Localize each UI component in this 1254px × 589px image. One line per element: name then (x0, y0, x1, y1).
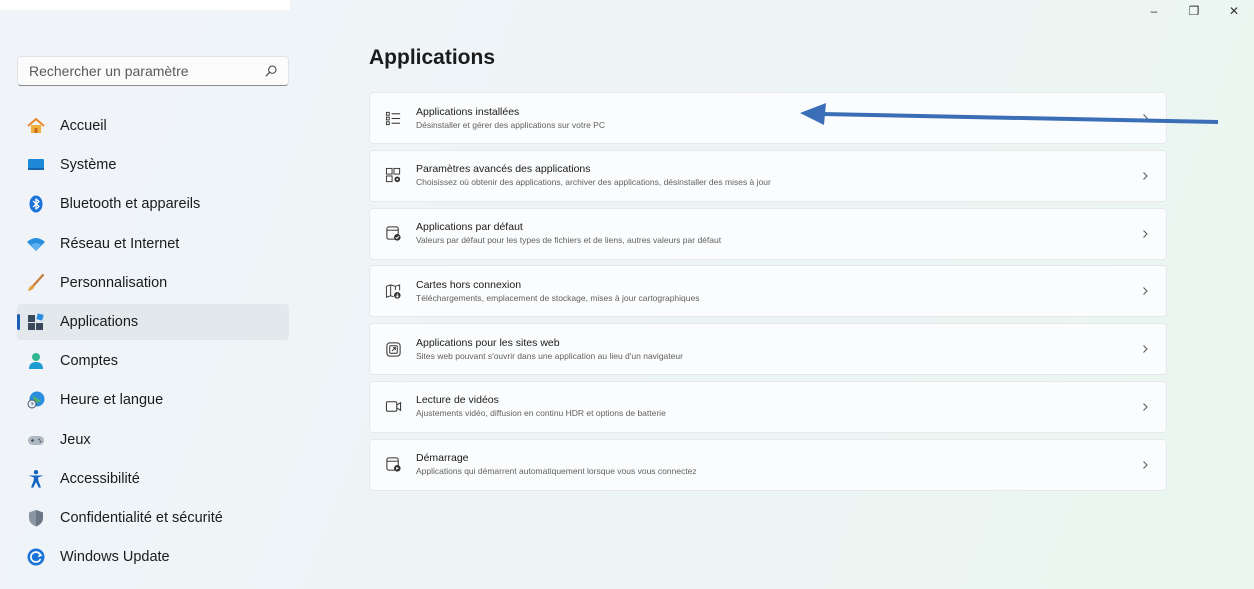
restore-button[interactable]: ❐ (1174, 0, 1214, 22)
accessibility-icon (25, 468, 47, 490)
chevron-right-icon (1143, 229, 1148, 238)
default-apps-icon (384, 225, 402, 243)
app-settings-icon (384, 167, 402, 185)
card-text: Lecture de vidéos Ajustements vidéo, dif… (416, 394, 1140, 419)
card-description: Désinstaller et gérer des applications s… (416, 119, 605, 130)
sidebar-item-heure-langue[interactable]: Heure et langue (17, 382, 289, 418)
sidebar-item-label: Accueil (60, 118, 107, 134)
card-text: Applications installées Désinstaller et … (416, 106, 1140, 131)
update-icon (25, 546, 47, 568)
sidebar-item-reseau[interactable]: Réseau et Internet (17, 226, 289, 262)
apps-icon (25, 311, 47, 333)
chevron-right-icon (1143, 114, 1148, 122)
home-icon (25, 115, 47, 137)
title-bar-strip (0, 0, 290, 10)
card-text: Cartes hors connexion Téléchargements, e… (416, 279, 1140, 304)
card-description: Sites web pouvant s'ouvrir dans une appl… (416, 350, 683, 361)
card-title: Lecture de vidéos (416, 394, 499, 407)
card-title: Applications pour les sites web (416, 336, 560, 349)
sidebar-item-label: Windows Update (60, 549, 170, 566)
sidebar-item-systeme[interactable]: Système (17, 147, 289, 183)
globe-clock-icon (25, 389, 47, 411)
sidebar-item-label: Comptes (60, 353, 119, 370)
search-icon[interactable] (264, 64, 278, 78)
system-icon (25, 154, 47, 176)
card-description: Choisissez où obtenir des applications, … (416, 177, 771, 188)
card-text: Paramètres avancés des applications Choi… (416, 163, 1140, 188)
sidebar-item-label: Réseau et Internet (60, 235, 180, 252)
card-demarrage[interactable]: Démarrage Applications qui démarrent aut… (369, 438, 1167, 491)
shield-icon (25, 507, 47, 529)
sidebar-item-confidentialite[interactable]: Confidentialité et sécurité (17, 500, 289, 536)
card-applications-sites-web[interactable]: Applications pour les sites web Sites we… (369, 323, 1167, 376)
sidebar-item-label: Personnalisation (60, 274, 168, 291)
settings-list: Applications installées Désinstaller et … (369, 92, 1167, 497)
chevron-right-icon (1143, 345, 1148, 354)
list-icon (384, 109, 402, 127)
card-title: Applications installées (416, 105, 520, 118)
brush-icon (25, 272, 47, 294)
card-title: Paramètres avancés des applications (416, 163, 591, 176)
search-input[interactable] (29, 63, 264, 79)
card-title: Cartes hors connexion (416, 278, 522, 291)
sidebar-item-label: Heure et langue (60, 392, 164, 409)
card-applications-par-defaut[interactable]: Applications par défaut Valeurs par défa… (369, 207, 1167, 260)
card-text: Démarrage Applications qui démarrent aut… (416, 452, 1140, 477)
gamepad-icon (25, 429, 47, 451)
video-icon (384, 398, 402, 416)
web-app-icon (384, 340, 402, 358)
sidebar-item-label: Jeux (60, 431, 91, 448)
card-parametres-avances[interactable]: Paramètres avancés des applications Choi… (369, 149, 1167, 202)
chevron-right-icon (1143, 171, 1148, 180)
sidebar-item-comptes[interactable]: Comptes (17, 343, 289, 379)
sidebar-item-applications[interactable]: Applications (17, 303, 289, 340)
card-text: Applications pour les sites web Sites we… (416, 337, 1140, 362)
card-description: Téléchargements, emplacement de stockage… (416, 292, 700, 303)
sidebar-item-label: Accessibilité (60, 470, 140, 487)
minimize-button[interactable]: – (1134, 0, 1174, 22)
sidebar-item-label: Système (60, 157, 117, 174)
settings-window: – ❐ ✕ Accueil Système Bluetooth (0, 0, 1254, 589)
sidebar-item-accessibilite[interactable]: Accessibilité (17, 461, 289, 497)
card-description: Ajustements vidéo, diffusion en continu … (416, 408, 666, 419)
card-title: Applications par défaut (416, 221, 523, 234)
sidebar-item-label: Bluetooth et appareils (60, 196, 201, 213)
sidebar-item-label: Applications (60, 313, 139, 330)
startup-icon (384, 456, 402, 474)
card-cartes-hors-connexion[interactable]: Cartes hors connexion Téléchargements, e… (369, 265, 1167, 318)
sidebar-item-jeux[interactable]: Jeux (17, 422, 289, 458)
sidebar-item-label: Confidentialité et sécurité (60, 509, 223, 526)
network-icon (25, 233, 47, 255)
card-title: Démarrage (416, 452, 469, 465)
chevron-right-icon (1143, 460, 1148, 469)
account-icon (25, 350, 47, 372)
sidebar-item-personnalisation[interactable]: Personnalisation (17, 265, 289, 301)
sidebar-item-windows-update[interactable]: Windows Update (17, 539, 289, 575)
caption-buttons: – ❐ ✕ (1134, 0, 1254, 22)
sidebar-nav: Accueil Système Bluetooth et appareils R… (17, 108, 289, 578)
search-box[interactable] (17, 56, 289, 86)
card-text: Applications par défaut Valeurs par défa… (416, 221, 1140, 246)
sidebar-item-bluetooth[interactable]: Bluetooth et appareils (17, 186, 289, 222)
chevron-right-icon (1143, 403, 1148, 411)
close-button[interactable]: ✕ (1214, 0, 1254, 22)
card-applications-installees[interactable]: Applications installées Désinstaller et … (369, 92, 1167, 144)
chevron-right-icon (1143, 287, 1148, 296)
card-lecture-videos[interactable]: Lecture de vidéos Ajustements vidéo, dif… (369, 380, 1167, 433)
sidebar-item-accueil[interactable]: Accueil (17, 108, 289, 144)
card-description: Applications qui démarrent automatiqueme… (416, 466, 697, 477)
card-description: Valeurs par défaut pour les types de fic… (416, 235, 722, 246)
page-title: Applications (369, 46, 496, 69)
bluetooth-icon (25, 193, 47, 215)
offline-map-icon (384, 282, 402, 300)
